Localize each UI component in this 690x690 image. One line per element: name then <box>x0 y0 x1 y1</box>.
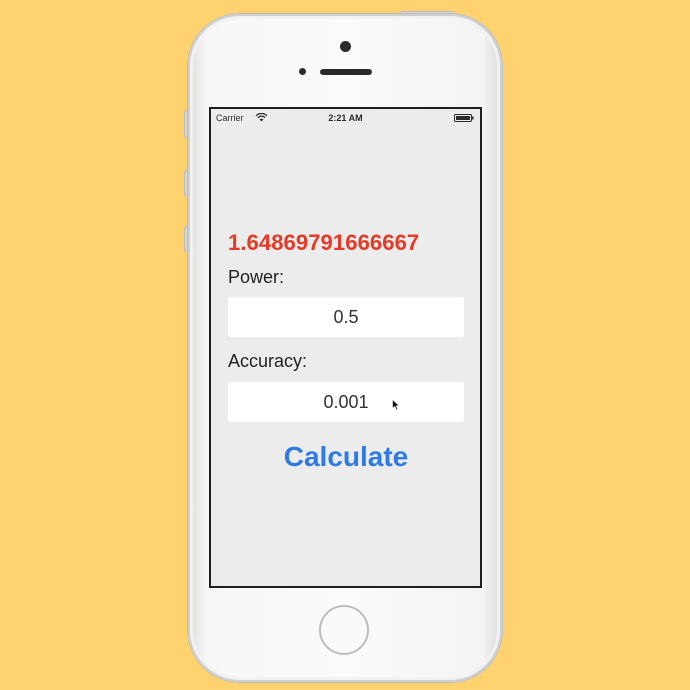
phone-screen: Carrier 2:21 AM 1.64869791666667 Power: … <box>209 107 482 588</box>
power-label: Power: <box>228 267 285 287</box>
power-field[interactable]: 0.5 <box>228 297 464 337</box>
status-time: 2:21 AM <box>328 113 363 123</box>
mouse-pointer-icon <box>392 399 400 411</box>
earpiece-speaker <box>320 69 372 75</box>
home-button[interactable] <box>319 605 369 655</box>
battery-icon <box>454 114 474 122</box>
status-bar: Carrier 2:21 AM <box>211 109 480 127</box>
result-label: 1.64869791666667 <box>228 230 420 255</box>
simulator-stage: Carrier 2:21 AM 1.64869791666667 Power: … <box>0 0 690 690</box>
accuracy-field-value: 0.001 <box>323 392 369 412</box>
sensor-icon <box>299 68 306 75</box>
power-field-value: 0.5 <box>333 307 359 327</box>
front-camera-icon <box>340 41 351 52</box>
accuracy-field[interactable]: 0.001 <box>228 382 464 422</box>
accuracy-label: Accuracy: <box>228 351 308 371</box>
calculate-button[interactable]: Calculate <box>228 439 464 475</box>
